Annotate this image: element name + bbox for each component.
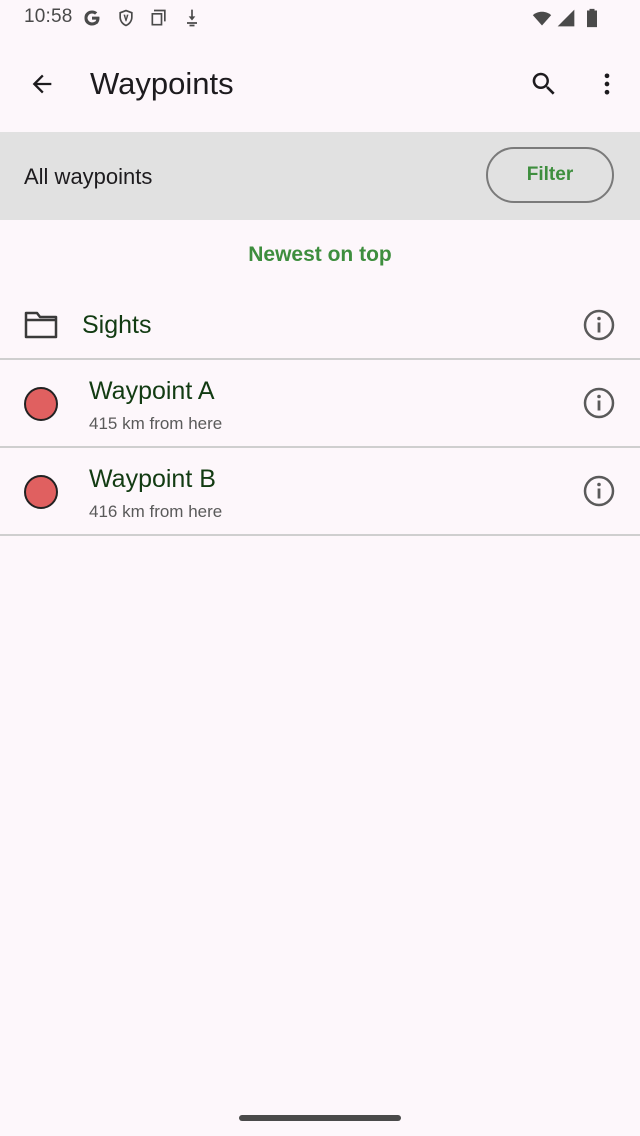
info-icon[interactable] [582, 386, 616, 420]
sort-order-button[interactable]: Newest on top [0, 243, 640, 267]
signal-icon [556, 8, 576, 28]
status-bar: 10:58 [0, 0, 640, 36]
app-bar: Waypoints [0, 36, 640, 132]
waypoint-color-dot [24, 387, 58, 421]
waypoint-row[interactable]: Waypoint A 415 km from here [0, 360, 640, 448]
waypoint-distance: 416 km from here [89, 502, 223, 521]
info-icon[interactable] [582, 308, 616, 342]
folder-row-sights[interactable]: Sights [0, 292, 640, 360]
shield-icon [116, 8, 136, 28]
arrow-back-icon [32, 74, 52, 94]
battery-icon [584, 8, 600, 28]
waypoints-screen: 10:58 Waypoints All waypoints Filter New… [0, 0, 640, 1136]
more-options-button[interactable] [583, 60, 631, 108]
back-button[interactable] [18, 60, 66, 108]
search-icon [532, 72, 555, 95]
waypoint-color-dot [24, 475, 58, 509]
waypoint-distance: 415 km from here [89, 414, 223, 433]
wifi-icon [530, 8, 554, 28]
waypoint-row[interactable]: Waypoint B 416 km from here [0, 448, 640, 536]
filter-label: All waypoints [24, 164, 153, 189]
info-icon[interactable] [582, 474, 616, 508]
folder-name: Sights [82, 311, 152, 339]
waypoint-name: Waypoint A [89, 377, 215, 405]
status-time: 10:58 [24, 6, 73, 27]
search-button[interactable] [520, 60, 568, 108]
gesture-navigation-bar[interactable] [239, 1115, 401, 1121]
waypoint-name: Waypoint B [89, 465, 216, 493]
folder-icon [24, 310, 58, 340]
page-title: Waypoints [90, 66, 234, 101]
filter-button[interactable]: Filter [486, 147, 614, 203]
screen-icon [149, 8, 169, 28]
google-icon [82, 8, 102, 28]
more-vert-icon [604, 73, 610, 95]
download-icon [182, 8, 202, 28]
filter-bar: All waypoints Filter [0, 132, 640, 220]
